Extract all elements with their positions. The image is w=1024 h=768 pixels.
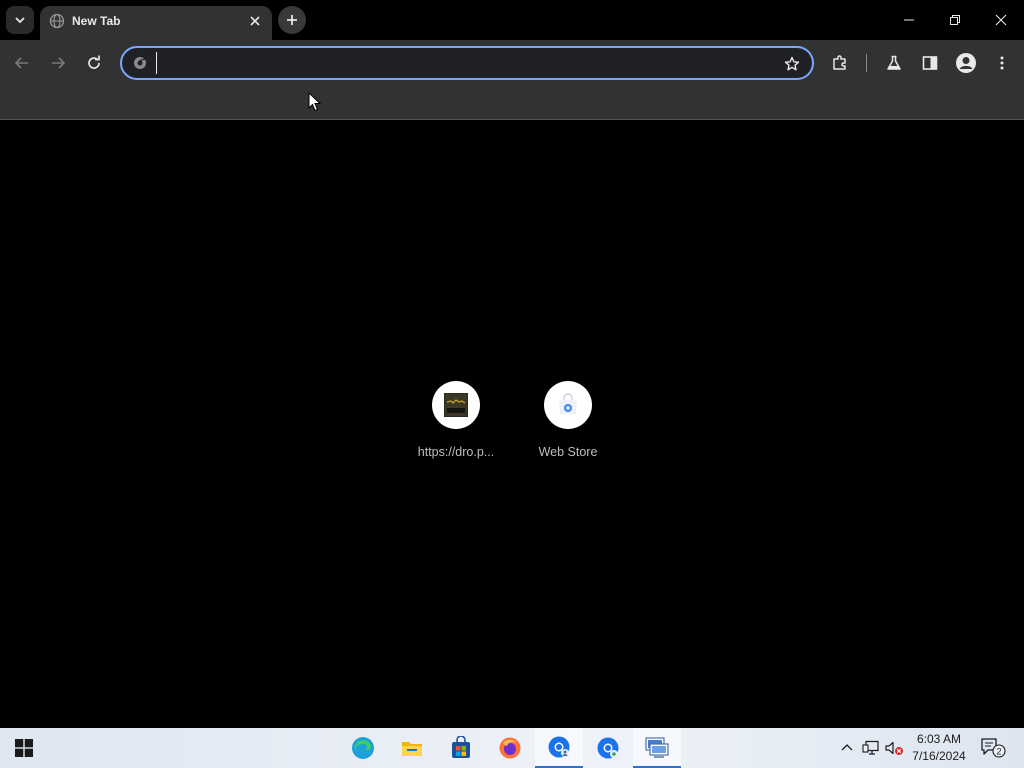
chrome-beta-icon-2 xyxy=(597,737,619,759)
more-vertical-icon xyxy=(1000,56,1004,70)
clock-date: 7/16/2024 xyxy=(912,749,966,763)
taskbar-remote-desktop[interactable] xyxy=(633,728,681,768)
volume-button[interactable] xyxy=(884,738,904,758)
taskbar-microsoft-store[interactable] xyxy=(437,728,485,768)
forward-button[interactable] xyxy=(43,48,73,78)
tab-close-button[interactable] xyxy=(246,12,264,30)
minimize-icon xyxy=(904,19,914,21)
shortcut-icon-circle xyxy=(432,381,480,429)
shortcut-tile-web-store[interactable]: Web Store xyxy=(512,381,624,477)
clock-time: 6:03 AM xyxy=(916,732,962,746)
puzzle-extension-icon xyxy=(833,55,846,70)
chrome-beta-icon xyxy=(548,736,570,758)
labs-button[interactable] xyxy=(879,48,909,78)
star-icon xyxy=(784,56,800,71)
shortcut-icon-circle xyxy=(544,381,592,429)
taskbar-chrome-beta-active[interactable] xyxy=(535,728,583,768)
bookmark-star-button[interactable] xyxy=(780,52,804,76)
taskbar-firefox[interactable] xyxy=(486,728,534,768)
notification-center-button[interactable]: 2 xyxy=(980,737,1006,759)
extensions-button[interactable] xyxy=(825,48,855,78)
taskbar-edge[interactable] xyxy=(339,728,387,768)
chevron-down-icon xyxy=(15,17,25,24)
close-icon xyxy=(995,14,1007,26)
profile-avatar-icon xyxy=(956,53,976,73)
notification-count: 2 xyxy=(996,747,1001,757)
remote-desktop-icon xyxy=(645,737,669,758)
new-tab-button[interactable] xyxy=(278,6,306,34)
profile-button[interactable] xyxy=(951,48,981,78)
browser-toolbar xyxy=(0,40,1024,86)
start-button[interactable] xyxy=(0,728,48,768)
web-store-icon xyxy=(559,393,577,414)
mouse-cursor-icon xyxy=(308,92,322,112)
shortcut-tile-dro[interactable]: https://dro.p... xyxy=(400,381,512,477)
notification-icon: 2 xyxy=(981,738,1006,758)
minimize-button[interactable] xyxy=(886,0,932,40)
side-panel-button[interactable] xyxy=(915,48,945,78)
firefox-icon xyxy=(499,737,521,759)
reload-icon xyxy=(88,55,100,69)
back-arrow-icon xyxy=(14,57,28,69)
shortcut-label: https://dro.p... xyxy=(417,445,495,459)
network-monitor-icon xyxy=(862,740,879,755)
shortcut-label: Web Store xyxy=(538,445,598,459)
site-thumbnail-icon xyxy=(444,393,468,417)
toolbar-divider xyxy=(866,54,867,72)
volume-muted-icon xyxy=(885,741,903,755)
tab-new-tab[interactable]: New Tab xyxy=(40,6,272,40)
close-window-button[interactable] xyxy=(978,0,1024,40)
tab-title: New Tab xyxy=(72,14,121,28)
restore-icon xyxy=(950,15,960,25)
restore-button[interactable] xyxy=(932,0,978,40)
reload-button[interactable] xyxy=(79,48,109,78)
address-bar[interactable] xyxy=(120,46,814,80)
taskbar-file-explorer[interactable] xyxy=(388,728,436,768)
title-bar: New Tab xyxy=(0,0,1024,40)
close-icon xyxy=(250,16,260,26)
menu-button[interactable] xyxy=(987,48,1017,78)
microsoft-store-icon xyxy=(452,736,470,758)
new-tab-page: https://dro.p... Web Store xyxy=(0,121,1024,728)
network-button[interactable] xyxy=(861,738,881,758)
show-hidden-icons-button[interactable] xyxy=(837,738,857,758)
tab-search-button[interactable] xyxy=(6,6,34,34)
back-button[interactable] xyxy=(7,48,37,78)
bookmarks-bar xyxy=(0,86,1024,120)
taskbar-chrome-beta-2[interactable] xyxy=(584,728,632,768)
windows-start-icon xyxy=(15,739,33,757)
edge-icon xyxy=(352,737,374,759)
side-panel-icon xyxy=(922,56,938,70)
plus-icon xyxy=(287,15,297,25)
forward-arrow-icon xyxy=(52,57,66,69)
system-clock[interactable]: 6:03 AM 7/16/2024 xyxy=(906,731,972,765)
chevron-up-icon xyxy=(841,744,853,751)
file-explorer-icon xyxy=(402,742,422,756)
flask-labs-icon xyxy=(887,55,901,70)
globe-icon xyxy=(49,13,65,29)
chrome-search-icon xyxy=(134,57,146,69)
address-input[interactable] xyxy=(156,52,756,74)
taskbar: 6:03 AM 7/16/2024 2 xyxy=(0,728,1024,768)
